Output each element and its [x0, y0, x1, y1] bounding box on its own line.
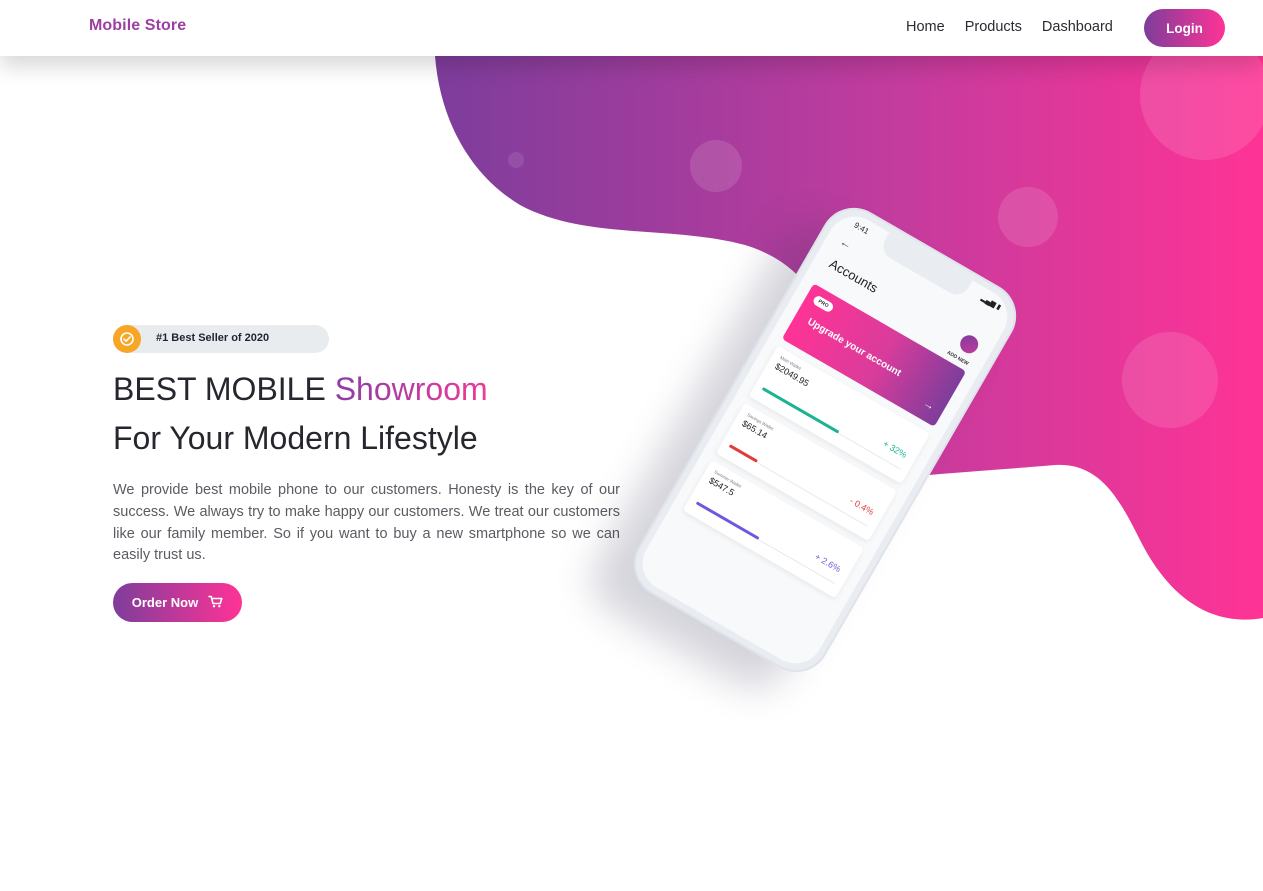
hero-description: We provide best mobile phone to our cust… [113, 482, 620, 564]
badge-text: #1 Best Seller of 2020 [156, 332, 270, 344]
check-badge-icon [113, 325, 141, 353]
nav-link-products[interactable]: Products [965, 19, 1022, 39]
hero-title-line2: For Your Modern Lifestyle [113, 420, 478, 456]
phone-screen-title: Accounts [826, 255, 881, 296]
hero-title-line1: BEST MOBILE Showroom [113, 371, 488, 408]
pro-tag: PRO [811, 294, 835, 314]
phone-time: 9:41 [852, 220, 871, 237]
hero-title-accent: Showroom [334, 371, 488, 407]
wallet-progress-bar [695, 501, 760, 540]
login-button[interactable]: Login [1144, 9, 1225, 47]
navbar: Mobile Store Home Products Dashboard Log… [0, 0, 1263, 56]
arrow-right-icon: → [921, 397, 937, 414]
wallet-change: + 32% [881, 438, 909, 460]
wallet-change: - 0.4% [848, 495, 876, 518]
cart-icon [208, 595, 223, 611]
nav-links: Home Products Dashboard [906, 19, 1133, 39]
nav-link-dashboard[interactable]: Dashboard [1042, 19, 1113, 39]
brand-logo[interactable]: Mobile Store [89, 17, 186, 35]
best-seller-badge: #1 Best Seller of 2020 [113, 325, 329, 353]
order-now-label: Order Now [131, 595, 199, 610]
nav-link-home[interactable]: Home [906, 19, 945, 39]
signal-icon: ▂▄▆ ▮ [979, 294, 1002, 312]
wallet-progress-bar [728, 444, 758, 463]
hero-title-plain: BEST MOBILE [113, 371, 335, 407]
avatar-icon [956, 331, 982, 357]
wallet-change: + 2.6% [813, 551, 843, 575]
order-now-button[interactable]: Order Now [113, 583, 242, 622]
back-arrow-icon: ← [837, 234, 855, 253]
